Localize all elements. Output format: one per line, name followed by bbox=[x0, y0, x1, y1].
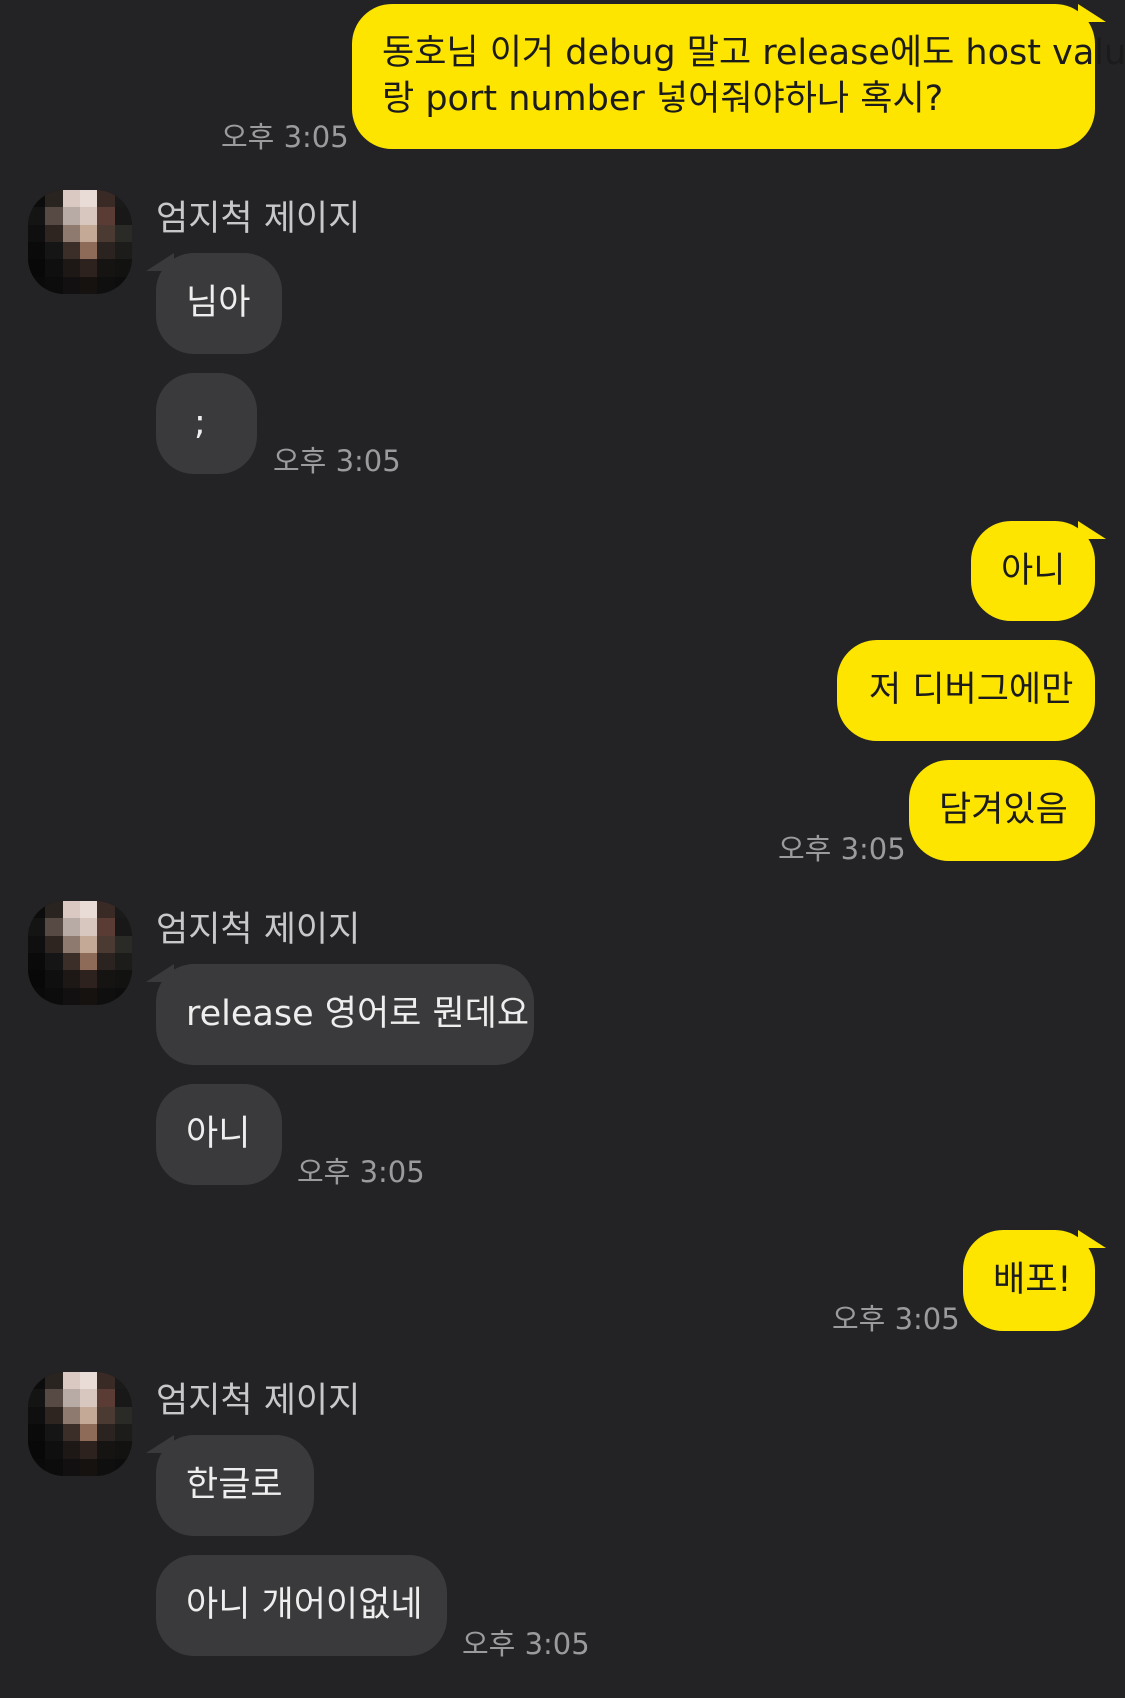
sender-name: 엄지척 제이지 bbox=[156, 1381, 361, 1421]
message-text: 담겨있음 bbox=[939, 790, 1068, 830]
my-message-bubble[interactable]: 배포! bbox=[963, 1230, 1095, 1331]
sender-name: 엄지척 제이지 bbox=[156, 910, 361, 950]
my-message-bubble[interactable]: 저 디버그에만 bbox=[837, 640, 1095, 741]
message-text: 저 디버그에만 bbox=[869, 670, 1074, 710]
message-timestamp: 오후 3:05 bbox=[297, 1155, 425, 1189]
message-text: 배포! bbox=[993, 1260, 1072, 1300]
message-timestamp: 오후 3:05 bbox=[462, 1627, 590, 1661]
message-timestamp: 오후 3:05 bbox=[832, 1302, 960, 1336]
message-text-line: 랑 port number 넣어줘야하나 혹시? bbox=[382, 79, 944, 119]
message-timestamp: 오후 3:05 bbox=[273, 444, 401, 478]
their-message-bubble[interactable]: 한글로 bbox=[156, 1435, 314, 1536]
their-message-bubble[interactable]: release 영어로 뭔데요 bbox=[156, 964, 534, 1065]
message-text-line: 동호님 이거 debug 말고 release에도 host value bbox=[382, 33, 1125, 73]
avatar[interactable] bbox=[28, 190, 132, 294]
message-text: release 영어로 뭔데요 bbox=[186, 994, 530, 1034]
their-message-bubble[interactable]: 아니 개어이없네 bbox=[156, 1555, 447, 1656]
my-message-bubble[interactable]: 동호님 이거 debug 말고 release에도 host value 랑 p… bbox=[352, 4, 1125, 149]
sender-name: 엄지척 제이지 bbox=[156, 199, 361, 239]
message-text: 아니 bbox=[186, 1114, 251, 1154]
bubble-tail bbox=[1078, 4, 1106, 22]
their-message-bubble[interactable]: ; bbox=[156, 373, 257, 474]
their-message-bubble[interactable]: 아니 bbox=[156, 1084, 282, 1185]
my-message-bubble[interactable]: 담겨있음 bbox=[909, 760, 1095, 861]
avatar[interactable] bbox=[28, 901, 132, 1005]
my-message-bubble[interactable]: 아니 bbox=[971, 521, 1095, 621]
chat-message-list[interactable]: 동호님 이거 debug 말고 release에도 host value 랑 p… bbox=[0, 0, 1125, 1698]
message-text: 님아 bbox=[186, 283, 251, 323]
message-text: ; bbox=[194, 403, 206, 443]
message-text: 아니 개어이없네 bbox=[186, 1585, 423, 1625]
avatar[interactable] bbox=[28, 1372, 132, 1476]
message-text: 아니 bbox=[1001, 551, 1066, 591]
message-text: 한글로 bbox=[186, 1465, 283, 1505]
their-message-bubble[interactable]: 님아 bbox=[156, 253, 282, 354]
message-timestamp: 오후 3:05 bbox=[221, 120, 349, 154]
message-timestamp: 오후 3:05 bbox=[778, 832, 906, 866]
